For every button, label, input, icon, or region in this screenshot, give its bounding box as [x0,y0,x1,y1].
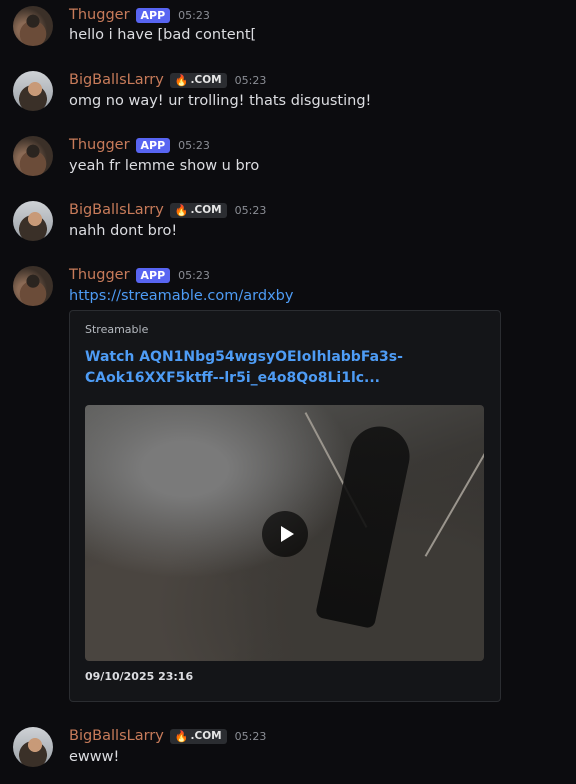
message-text: hello i have [bad content[ [69,27,257,43]
embed-title[interactable]: Watch AQN1Nbg54wgsyOEIoIhlabbFa3s-CAok16… [85,347,485,389]
message-text: omg no way! ur trolling! thats disgustin… [69,93,372,109]
timestamp: 05:23 [234,73,267,87]
embed-timestamp: 09/10/2025 23:16 [85,670,194,683]
timestamp: 05:23 [234,203,267,217]
video-figure [314,420,416,630]
app-badge: APP [135,7,171,23]
video-thumbnail[interactable] [85,405,484,661]
avatar[interactable] [13,727,53,767]
com-badge: 🔥 .COM [169,72,227,88]
rope-right [424,443,484,557]
play-button[interactable] [262,511,308,557]
avatar[interactable] [13,201,53,241]
fire-icon: 🔥 [174,729,189,743]
com-badge: 🔥 .COM [169,202,227,218]
message-text: yeah fr lemme show u bro [69,158,260,174]
message-link[interactable]: https://streamable.com/ardxby [69,288,293,304]
com-badge: 🔥 .COM [169,728,227,744]
avatar[interactable] [13,6,53,46]
avatar[interactable] [13,136,53,176]
play-icon [280,526,294,542]
message-text: ewww! [69,749,120,765]
avatar[interactable] [13,71,53,111]
app-badge: APP [135,137,171,153]
avatar[interactable] [13,266,53,306]
username[interactable]: Thugger [69,137,130,153]
username[interactable]: BigBallsLarry [69,728,164,744]
app-badge: APP [135,267,171,283]
embed-provider[interactable]: Streamable [85,323,148,336]
timestamp: 05:23 [178,268,210,282]
timestamp: 05:23 [178,8,210,22]
timestamp: 05:23 [234,729,267,743]
username[interactable]: BigBallsLarry [69,202,164,218]
fire-icon: 🔥 [174,73,189,87]
message-text: nahh dont bro! [69,223,178,239]
timestamp: 05:23 [178,138,210,152]
username[interactable]: BigBallsLarry [69,72,164,88]
username[interactable]: Thugger [69,267,130,283]
fire-icon: 🔥 [174,203,189,217]
username[interactable]: Thugger [69,7,130,23]
link-embed: Streamable Watch AQN1Nbg54wgsyOEIoIhlabb… [69,310,501,702]
